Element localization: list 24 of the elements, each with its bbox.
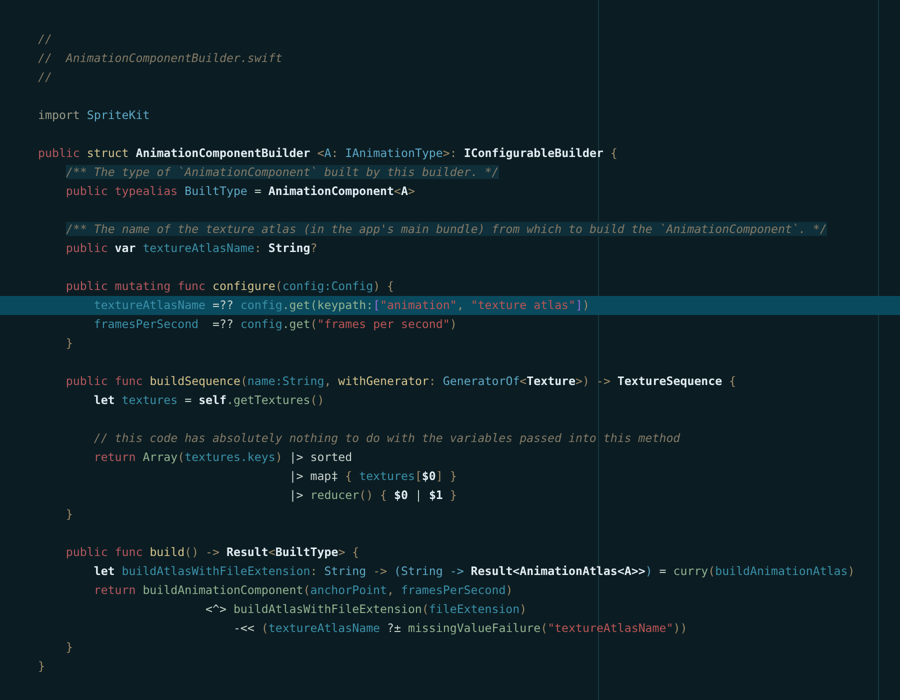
code-line: public mutating func configure(config:Config) { xyxy=(64,278,396,295)
code-line: return Array(textures.keys) |> sorted xyxy=(92,449,354,466)
code-line: } xyxy=(64,639,74,656)
code-line: public func buildSequence(name:String, withGenerator: GeneratorOf<Texture>) -> TextureSequence { xyxy=(64,373,738,390)
code-line: } xyxy=(64,506,74,523)
code-line: |> reducer() { $0 | $1 } xyxy=(288,487,458,504)
code-line: } xyxy=(37,658,46,675)
code-line: let buildAtlasWithFileExtension: String -> (String -> Result<AnimationAtlas<A>>) = curry(buildAnimationAtlas) xyxy=(92,563,856,580)
code-line: |> map‡ { textures[$0] } xyxy=(288,468,458,485)
code-line: } xyxy=(64,335,74,352)
code-line: <^> buildAtlasWithFileExtension(fileExtension) xyxy=(204,601,528,618)
code-line: // AnimationComponentBuilder.swift xyxy=(37,50,284,67)
code-line: return buildAnimationComponent(anchorPoint, framesPerSecond) xyxy=(92,582,514,599)
code-line: public func build() -> Result<BuiltType> { xyxy=(64,544,360,561)
code-line: framesPerSecond =?? config.get("frames per second") xyxy=(92,316,458,333)
code-line: // this code has absolutely nothing to do with the variables passed into this method xyxy=(92,430,682,447)
code-line: -<< (textureAtlasName ?± missingValueFailure("textureAtlasName")) xyxy=(232,620,688,637)
code-line: import SpriteKit xyxy=(37,107,151,124)
code-line: public var textureAtlasName: String? xyxy=(64,240,318,257)
code-line: public typealias BuiltType = AnimationComponent<A> xyxy=(64,183,416,200)
code-line: // xyxy=(37,69,53,86)
code-line: let textures = self.getTextures() xyxy=(92,392,326,409)
code-line: public struct AnimationComponentBuilder <A: IAnimationType>: IConfigurableBuilder { xyxy=(37,145,618,162)
code-line: // xyxy=(37,31,53,48)
